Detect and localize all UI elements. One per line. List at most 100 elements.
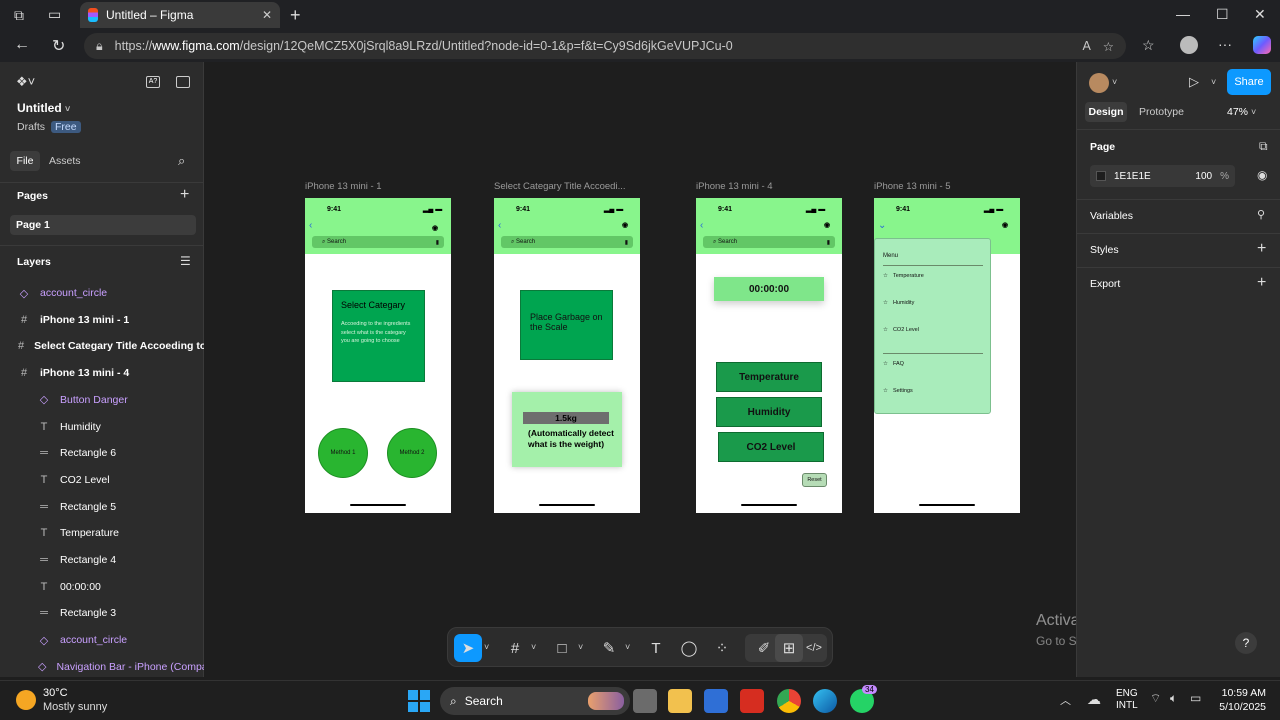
- store-icon[interactable]: [704, 689, 728, 713]
- language-indicator[interactable]: ENG INTL: [1116, 688, 1138, 712]
- styles-section[interactable]: Styles: [1090, 244, 1119, 256]
- layer-item[interactable]: ◇ Navigation Bar - iPhone (Compact: [0, 654, 204, 680]
- search-bar[interactable]: ⌕ Search ▮: [312, 236, 444, 248]
- account-circle-icon[interactable]: ◉: [432, 224, 438, 232]
- humidity-button[interactable]: Humidity: [716, 397, 822, 427]
- figma-menu-icon[interactable]: ❖˅: [16, 74, 35, 90]
- layer-item[interactable]: T 00:00:00: [0, 574, 204, 600]
- layer-item[interactable]: ═ Rectangle 5: [0, 494, 204, 520]
- add-export-icon[interactable]: +: [1257, 274, 1266, 292]
- maximize-icon[interactable]: ☐: [1216, 6, 1229, 23]
- menu-item[interactable]: ☆ Temperature: [883, 273, 924, 279]
- frame-title[interactable]: Select Categary Title Accoedi...: [494, 181, 625, 192]
- back-icon[interactable]: ←: [14, 36, 30, 54]
- phone-frame-2[interactable]: 9:41 ▂▄ ▬ ◉ ‹ ⌕ Search ▮ Place Garbage on…: [494, 198, 640, 513]
- menu-item[interactable]: ☆ Humidity: [883, 300, 914, 306]
- layer-item[interactable]: # iPhone 13 mini - 1: [0, 307, 204, 333]
- toggle-sidebar-icon[interactable]: [176, 76, 190, 88]
- menu-item[interactable]: ☆ CO2 Level: [883, 327, 919, 333]
- windows-start-icon[interactable]: [408, 690, 430, 712]
- show-hidden-icons[interactable]: ︿: [1060, 692, 1071, 708]
- back-chevron-icon[interactable]: ‹: [700, 220, 703, 231]
- variables-section[interactable]: Variables: [1090, 210, 1133, 222]
- frame-title[interactable]: iPhone 13 mini - 4: [696, 181, 773, 192]
- task-view-icon[interactable]: [633, 689, 657, 713]
- export-section[interactable]: Export: [1090, 278, 1120, 290]
- frame-tool-dropdown-icon[interactable]: ˅: [531, 642, 536, 652]
- back-chevron-icon[interactable]: ‹: [498, 220, 501, 231]
- temperature-button[interactable]: Temperature: [716, 362, 822, 392]
- user-avatar[interactable]: [1089, 73, 1109, 93]
- present-play-icon[interactable]: ▷: [1189, 74, 1199, 90]
- search-icon[interactable]: ⌕: [178, 153, 185, 169]
- text-tool-icon[interactable]: T: [642, 634, 670, 662]
- clock-date[interactable]: 5/10/2025: [1214, 701, 1266, 713]
- copilot-icon[interactable]: [1253, 36, 1271, 54]
- taskbar-search[interactable]: ⌕ Search: [440, 687, 630, 715]
- pen-tool-icon[interactable]: ✎: [595, 634, 623, 662]
- category-card[interactable]: Select Categary Accoeding to the ingredi…: [332, 290, 425, 382]
- battery-icon[interactable]: ▭: [1190, 691, 1201, 705]
- edge-icon[interactable]: [813, 689, 837, 713]
- minimize-icon[interactable]: —: [1176, 6, 1190, 22]
- add-style-icon[interactable]: +: [1257, 240, 1266, 258]
- account-circle-icon[interactable]: ◉: [1002, 221, 1008, 229]
- shape-tool-dropdown-icon[interactable]: ˅: [578, 642, 583, 652]
- volume-icon[interactable]: 🔈︎: [1170, 691, 1177, 706]
- share-button[interactable]: Share: [1227, 69, 1271, 95]
- weather-sun-icon[interactable]: [16, 690, 36, 710]
- phone-frame-5[interactable]: 9:41 ▂▄ ▬ ◉ ⌄ Menu ☆ Temperature ☆ Humidity…: [874, 198, 1020, 513]
- chrome-icon[interactable]: [777, 689, 801, 713]
- url-field[interactable]: 🔒︎ https://www.figma.com/design/12QeMCZ5…: [84, 33, 1126, 59]
- phone-frame-1[interactable]: 9:41 ▂▄ ▬ ◉ ‹ ⌕ Search ▮ Select Categary …: [305, 198, 451, 513]
- layer-item[interactable]: ═ Rectangle 4: [0, 547, 204, 573]
- canvas[interactable]: iPhone 13 mini - 1 9:41 ▂▄ ▬ ◉ ‹ ⌕ Searc…: [204, 62, 1225, 677]
- tab-assets[interactable]: Assets: [49, 155, 81, 167]
- layers-list-icon[interactable]: ☰: [180, 254, 191, 268]
- layer-item[interactable]: ═ Rectangle 6: [0, 440, 204, 466]
- layer-item[interactable]: T Temperature: [0, 520, 204, 546]
- favorite-star-icon[interactable]: ☆: [1103, 39, 1114, 54]
- read-aloud-icon[interactable]: A: [1082, 39, 1090, 53]
- draw-mode-icon[interactable]: ✐: [750, 634, 778, 662]
- search-bar[interactable]: ⌕ Search ▮: [703, 236, 835, 248]
- design-mode-icon[interactable]: ⊞: [775, 634, 803, 662]
- refresh-icon[interactable]: ↻: [52, 36, 65, 56]
- menu-item[interactable]: ☆ FAQ: [883, 361, 904, 367]
- pen-tool-dropdown-icon[interactable]: ˅: [625, 642, 630, 652]
- place-garbage-card[interactable]: Place Garbage on the Scale: [520, 290, 613, 360]
- layer-item[interactable]: ◇ account_circle: [0, 280, 204, 306]
- weather-temp[interactable]: 30°C: [43, 687, 68, 699]
- layer-item[interactable]: # Select Categary Title Accoeding to the: [0, 333, 204, 359]
- weather-desc[interactable]: Mostly sunny: [43, 701, 107, 713]
- method-2-button[interactable]: Method 2: [387, 428, 437, 478]
- frame-tool-icon[interactable]: #: [501, 634, 529, 662]
- method-1-button[interactable]: Method 1: [318, 428, 368, 478]
- favorites-icon[interactable]: ☆: [1142, 37, 1155, 54]
- back-chevron-icon[interactable]: ‹: [309, 220, 312, 231]
- close-tab-icon[interactable]: ✕: [262, 8, 272, 22]
- acrobat-icon[interactable]: [740, 689, 764, 713]
- rectangle-tool-icon[interactable]: □: [548, 634, 576, 662]
- co2-level-button[interactable]: CO2 Level: [718, 432, 824, 462]
- layer-item[interactable]: T Humidity: [0, 414, 204, 440]
- layer-item[interactable]: T CO2 Level: [0, 467, 204, 493]
- move-tool-icon[interactable]: ➤: [454, 634, 482, 662]
- wifi-icon[interactable]: ⌔: [1150, 691, 1161, 706]
- add-page-icon[interactable]: +: [180, 186, 189, 204]
- file-explorer-icon[interactable]: [668, 689, 692, 713]
- layer-item[interactable]: ═ Rectangle 3: [0, 600, 204, 626]
- tab-design[interactable]: Design: [1085, 102, 1127, 122]
- frame-title[interactable]: iPhone 13 mini - 1: [305, 181, 382, 192]
- browser-tab[interactable]: Untitled – Figma ✕: [80, 2, 280, 28]
- page-settings-icon[interactable]: ⧉: [1259, 139, 1268, 154]
- tab-file[interactable]: File: [10, 151, 40, 171]
- help-icon[interactable]: ?: [1235, 632, 1257, 654]
- clock-time[interactable]: 10:59 AM: [1218, 687, 1266, 699]
- chevron-down-icon[interactable]: ⌄: [878, 220, 886, 231]
- workspaces-icon[interactable]: ⧉: [14, 7, 24, 24]
- layer-item[interactable]: ◇ Button Danger: [0, 387, 204, 413]
- frame-title[interactable]: iPhone 13 mini - 5: [874, 181, 951, 192]
- reset-button[interactable]: Reset: [802, 473, 827, 487]
- phone-frame-4[interactable]: 9:41 ▂▄ ▬ ◉ ‹ ⌕ Search ▮ 00:00:00 Tempera…: [696, 198, 842, 513]
